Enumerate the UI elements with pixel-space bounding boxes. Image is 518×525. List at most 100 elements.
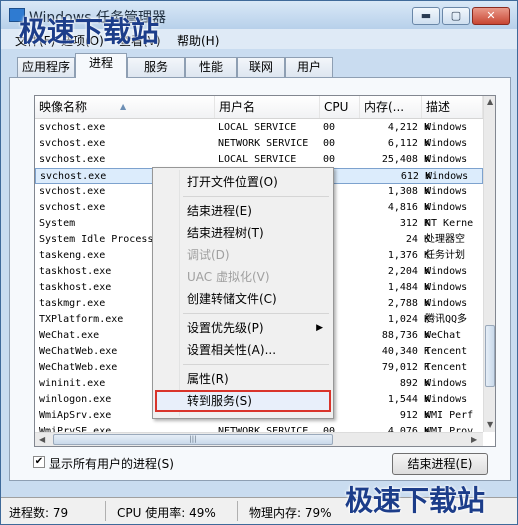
table-row[interactable]: svchost.exe LOCAL SERVICE 00 4,212 K Windows	[35, 120, 483, 136]
table-row[interactable]: svchost.exe NETWORK SERVICE 00 6,112 K Windo…	[35, 136, 483, 152]
submenu-arrow-icon: ▶	[316, 323, 323, 333]
context-menu-item-label: 属性(R)	[187, 372, 229, 386]
process-memory-cell: 912 K	[399, 410, 430, 421]
task-manager-window: Windows 任务管理器 ▬ ▢ ✕ 文件(F) 选项(O) 查看(V) 帮助…	[0, 0, 518, 525]
column-memory[interactable]: 内存(...	[360, 96, 422, 118]
process-cpu-cell: 00	[323, 154, 336, 165]
process-memory-cell: 892 K	[399, 378, 430, 389]
menu-help[interactable]: 帮助(H)	[177, 32, 219, 49]
process-memory-cell: 1,376 K	[387, 250, 430, 261]
process-memory-cell: 2,788 K	[387, 298, 430, 309]
column-description[interactable]: 描述	[422, 96, 483, 118]
process-description-cell: WeChat	[425, 330, 462, 341]
context-menu-item[interactable]: 设置相关性(A)...	[155, 339, 331, 361]
list-header: 映像名称 ▲ 用户名 CPU 内存(... 描述	[35, 96, 483, 119]
process-description-cell: 任务计划	[425, 250, 465, 261]
context-menu-item[interactable]: 设置优先级(P) ▶	[155, 317, 331, 339]
scroll-right-icon[interactable]: ▶	[471, 435, 477, 444]
show-all-users-checkbox[interactable]: ✔	[33, 456, 45, 468]
maximize-button[interactable]: ▢	[442, 7, 470, 25]
context-menu-item-label: 创建转储文件(C)	[187, 292, 277, 306]
process-description-cell: Windows	[425, 202, 468, 213]
menu-separator	[183, 196, 329, 197]
vertical-scrollbar[interactable]: ▲ ▼	[483, 96, 495, 432]
show-all-users-label: 显示所有用户的进程(S)	[49, 457, 174, 471]
scroll-left-icon[interactable]: ◀	[39, 435, 45, 444]
process-description-cell: Windows	[425, 154, 468, 165]
menu-separator	[183, 364, 329, 365]
vertical-scroll-thumb[interactable]	[485, 325, 495, 387]
process-description-cell: Windows	[425, 186, 468, 197]
tab-performance[interactable]: 性能	[185, 57, 237, 77]
tab-services[interactable]: 服务	[127, 57, 185, 77]
process-description-cell: WMI Perf	[425, 410, 474, 421]
watermark-top: 极速下载站	[19, 15, 160, 48]
minimize-button[interactable]: ▬	[412, 7, 440, 25]
process-user-cell: LOCAL SERVICE	[218, 122, 297, 133]
process-memory-cell: 612 K	[400, 171, 431, 182]
tab-networking[interactable]: 联网	[237, 57, 285, 77]
horizontal-scroll-thumb[interactable]: |||	[53, 434, 333, 445]
status-process-count: 进程数: 79	[9, 506, 69, 520]
column-cpu[interactable]: CPU	[320, 96, 360, 118]
tab-users[interactable]: 用户	[285, 57, 333, 77]
process-cpu-cell: 00	[323, 138, 336, 149]
process-memory-cell: 88,736 K	[381, 330, 430, 341]
process-memory-cell: 312 K	[399, 218, 430, 229]
column-image-name[interactable]: 映像名称 ▲	[35, 96, 215, 118]
process-description-cell: Tencent	[425, 362, 468, 373]
process-name-cell: svchost.exe	[39, 154, 106, 165]
horizontal-scrollbar[interactable]: ◀ ||| ▶	[35, 432, 483, 446]
context-menu-item[interactable]: 结束进程(E)	[155, 200, 331, 222]
tab-strip: 应用程序 进程 服务 性能 联网 用户	[9, 53, 509, 78]
context-menu-item-label: 调试(D)	[187, 248, 230, 262]
context-menu-item-label: 打开文件位置(O)	[187, 175, 278, 189]
context-menu-item[interactable]: 创建转储文件(C)	[155, 288, 331, 310]
status-cpu-usage: CPU 使用率: 49%	[117, 506, 216, 520]
context-menu-item-label: 设置优先级(P)	[187, 321, 264, 335]
process-memory-cell: 1,024 K	[387, 314, 430, 325]
process-memory-cell: 25,408 K	[381, 154, 430, 165]
process-description-cell: Tencent	[425, 346, 468, 357]
table-row[interactable]: svchost.exe LOCAL SERVICE 00 25,408 K Window…	[35, 152, 483, 168]
process-cpu-cell: 00	[323, 122, 336, 133]
context-menu-item[interactable]: 属性(R)	[155, 368, 331, 390]
process-user-cell: LOCAL SERVICE	[218, 154, 297, 165]
process-memory-cell: 4,816 K	[387, 202, 430, 213]
process-description-cell: Windows	[425, 122, 468, 133]
process-memory-cell: 4,212 K	[387, 122, 430, 133]
sort-ascending-icon: ▲	[120, 102, 127, 111]
process-description-cell: NT Kerne	[425, 218, 474, 229]
process-description-cell: Windows	[425, 138, 468, 149]
tab-applications[interactable]: 应用程序	[17, 57, 75, 77]
process-memory-cell: 1,484 K	[387, 282, 430, 293]
context-menu-item[interactable]: 结束进程树(T)	[155, 222, 331, 244]
close-button[interactable]: ✕	[472, 7, 510, 25]
process-memory-cell: 40,340 K	[381, 346, 430, 357]
context-menu-item[interactable]: 打开文件位置(O)	[155, 171, 331, 193]
process-description-cell: 处理器空	[425, 234, 465, 245]
context-menu-item[interactable]: 转到服务(S)	[155, 390, 331, 412]
process-memory-cell: 1,544 K	[387, 394, 430, 405]
tab-processes[interactable]: 进程	[75, 53, 127, 78]
process-memory-cell: 6,112 K	[387, 138, 430, 149]
scroll-up-icon[interactable]: ▲	[487, 97, 493, 106]
process-memory-cell: 2,204 K	[387, 266, 430, 277]
process-description-cell: 腾讯QQ多	[425, 314, 468, 325]
context-menu-item-label: 设置相关性(A)...	[187, 343, 277, 357]
menu-separator	[183, 313, 329, 314]
process-name-cell: svchost.exe	[39, 122, 106, 133]
process-description-cell: Windows	[425, 298, 468, 309]
end-process-button[interactable]: 结束进程(E)	[392, 453, 488, 475]
scroll-down-icon[interactable]: ▼	[487, 420, 493, 429]
process-memory-cell: 1,308 K	[387, 186, 430, 197]
column-user-name[interactable]: 用户名	[215, 96, 320, 118]
process-description-cell: Windows	[426, 171, 469, 182]
context-menu-item: 调试(D)	[155, 244, 331, 266]
process-memory-cell: 79,012 K	[381, 362, 430, 373]
process-description-cell: Windows	[425, 266, 468, 277]
context-menu-item-label: 转到服务(S)	[187, 394, 252, 408]
status-divider	[105, 501, 106, 521]
context-menu: 打开文件位置(O) 结束进程(E) 结束进程树(T) 调试(D) UAC 虚拟化(V) 创…	[152, 167, 334, 419]
context-menu-item-label: 结束进程(E)	[187, 204, 252, 218]
